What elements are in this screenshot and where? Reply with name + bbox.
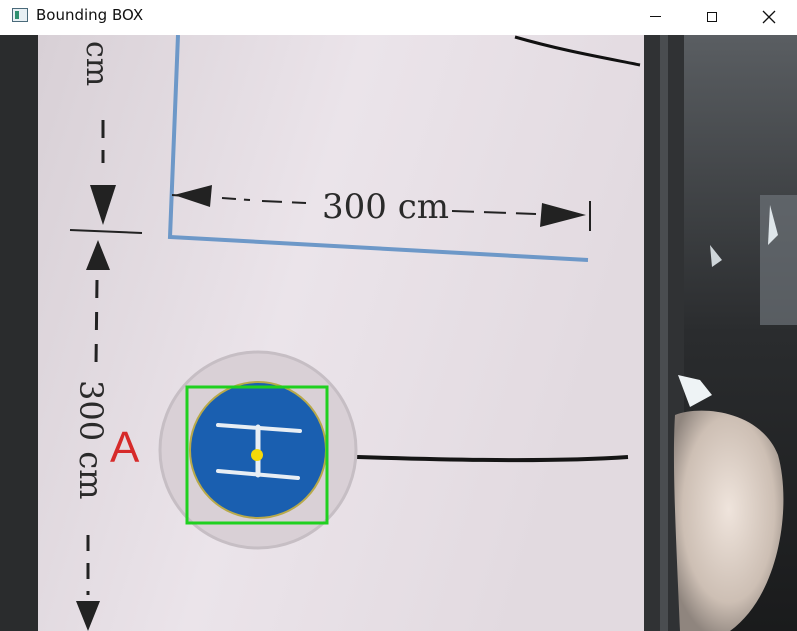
detection-center-point	[251, 449, 263, 461]
camera-feed: 300 cm 300 cm cm A	[0, 35, 797, 631]
camera-frame: 300 cm 300 cm cm A	[0, 35, 797, 631]
app-window-icon	[12, 8, 28, 22]
minimize-button[interactable]	[627, 0, 683, 33]
vertical-dimension-label: 300 cm	[72, 380, 110, 500]
phone-screen	[38, 35, 644, 631]
maximize-button[interactable]	[684, 0, 740, 33]
phone-bezel-left	[0, 35, 40, 631]
point-label: A	[110, 423, 140, 472]
horizontal-dimension-label: 300 cm	[322, 187, 449, 227]
close-button[interactable]	[741, 0, 797, 33]
app-window: Bounding BOX 300 cm 300 cm cm A	[0, 0, 797, 631]
title-bar[interactable]: Bounding BOX	[0, 0, 797, 33]
vertical-dimension-label-top: cm	[79, 41, 114, 86]
window-title: Bounding BOX	[36, 6, 144, 24]
close-icon	[762, 10, 776, 23]
minimize-icon	[649, 16, 661, 17]
maximize-icon	[707, 11, 717, 22]
